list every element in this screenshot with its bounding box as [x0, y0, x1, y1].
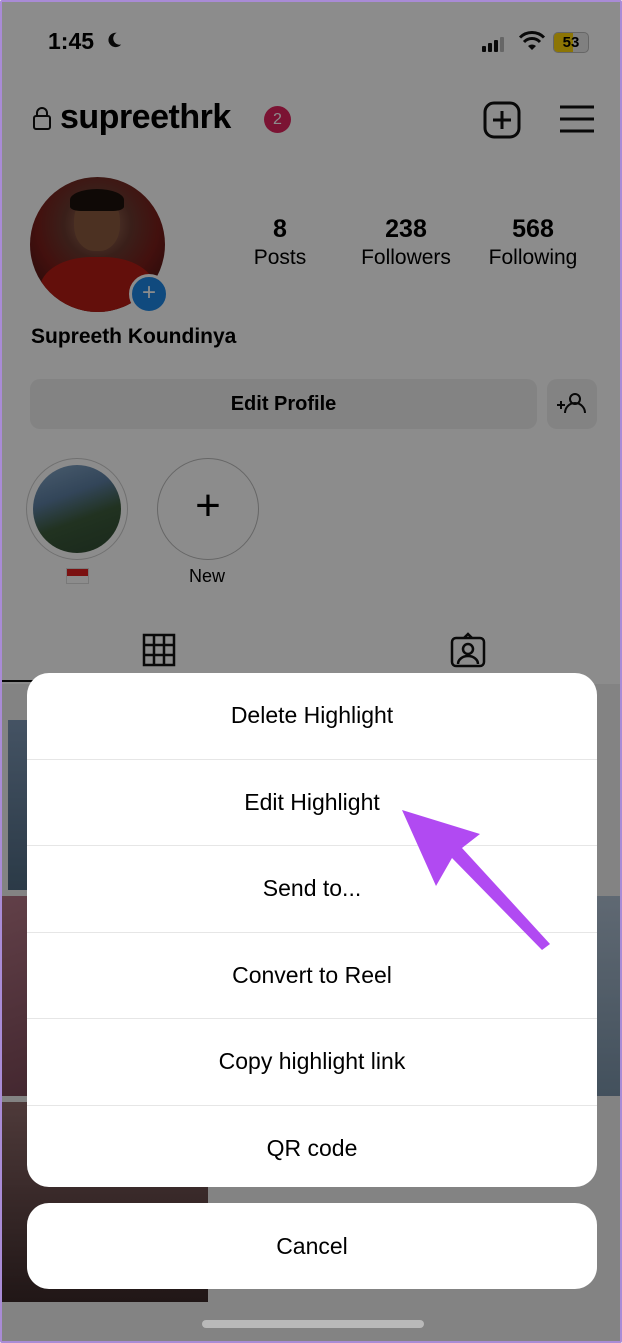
- copy-highlight-link-option[interactable]: Copy highlight link: [27, 1019, 597, 1106]
- phone-screen: 1:45 53 supreethrk 2 + 8 Posts 238 Follo…: [0, 0, 622, 1343]
- qr-code-option[interactable]: QR code: [27, 1106, 597, 1188]
- cancel-button[interactable]: Cancel: [27, 1203, 597, 1289]
- home-indicator[interactable]: [202, 1320, 424, 1328]
- pointer-arrow-icon: [402, 810, 550, 950]
- delete-highlight-option[interactable]: Delete Highlight: [27, 673, 597, 760]
